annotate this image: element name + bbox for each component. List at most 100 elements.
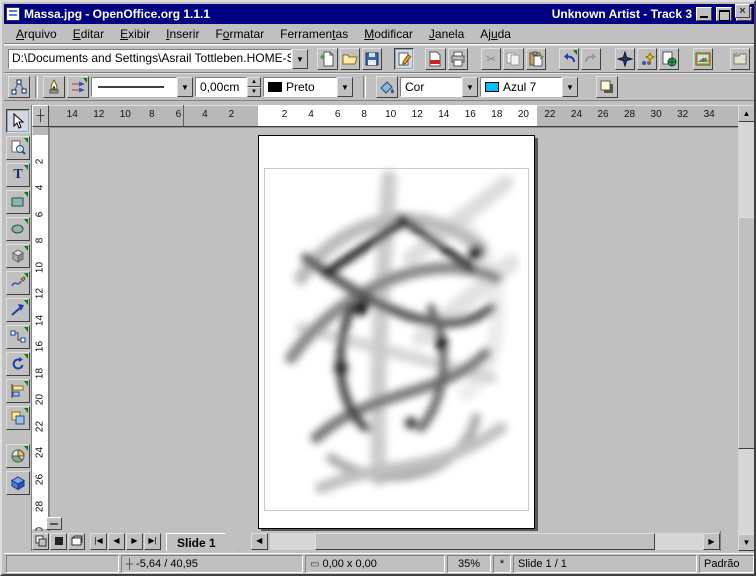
fill-color-dropdown-icon[interactable]: ▼ bbox=[562, 77, 578, 97]
layer-mode-button[interactable] bbox=[68, 533, 85, 550]
text-tool-button[interactable]: T bbox=[6, 163, 30, 187]
url-input[interactable]: D:\Documents and Settings\Asrail Tottleb… bbox=[8, 49, 292, 69]
menu-ferramentas[interactable]: Ferramentas bbox=[272, 25, 356, 43]
menu-inserir[interactable]: Inserir bbox=[158, 25, 207, 43]
status-size-cell[interactable]: ▭0,00 x 0,00 bbox=[305, 555, 445, 573]
fill-dialog-button[interactable] bbox=[376, 76, 398, 98]
redo-button[interactable] bbox=[581, 48, 601, 70]
slide-tab[interactable]: Slide 1 bbox=[166, 533, 239, 551]
scroll-up-icon[interactable]: ▲ bbox=[738, 105, 755, 122]
arrange-tool-button[interactable] bbox=[6, 406, 30, 430]
document-page[interactable] bbox=[258, 135, 535, 529]
export-pdf-button[interactable] bbox=[425, 48, 445, 70]
new-document-button[interactable] bbox=[317, 48, 337, 70]
paste-button[interactable] bbox=[526, 48, 546, 70]
status-position-cell[interactable]: ┼-5,64 / 40,95 bbox=[121, 555, 303, 573]
objects-3d-tool-button[interactable] bbox=[6, 244, 30, 268]
lines-arrows-tool-button[interactable] bbox=[6, 298, 30, 322]
copy-button[interactable] bbox=[503, 48, 523, 70]
select-tool-button[interactable] bbox=[6, 109, 30, 133]
line-dialog-button[interactable] bbox=[43, 76, 65, 98]
next-slide-button[interactable]: ▶ bbox=[126, 533, 143, 550]
open-folder-button[interactable] bbox=[730, 48, 750, 70]
open-button[interactable] bbox=[340, 48, 360, 70]
line-style-combo[interactable]: ▼ bbox=[91, 77, 193, 97]
menu-ajuda[interactable]: Ajuda bbox=[472, 25, 519, 43]
first-slide-button[interactable]: |◀ bbox=[90, 533, 107, 550]
ruler-origin-button[interactable]: ┼ bbox=[32, 105, 49, 127]
minimize-button[interactable] bbox=[696, 7, 712, 21]
menu-editar[interactable]: Editar bbox=[65, 25, 112, 43]
undo-dropdown-icon bbox=[573, 50, 577, 55]
tab-scroll-left-button[interactable]: ◀ bbox=[251, 533, 268, 550]
scroll-right-icon[interactable]: ▶ bbox=[703, 533, 720, 550]
longclick-icon bbox=[24, 300, 28, 305]
arrow-style-button[interactable] bbox=[67, 76, 89, 98]
fill-type-dropdown-icon[interactable]: ▼ bbox=[462, 77, 478, 97]
alignment-tool-button[interactable] bbox=[6, 379, 30, 403]
vertical-scroll-thumb[interactable] bbox=[738, 217, 755, 449]
cut-button[interactable]: ✂ bbox=[481, 48, 501, 70]
layer-view-button[interactable] bbox=[32, 533, 49, 550]
select-arrow-icon bbox=[10, 113, 26, 129]
menu-modificar[interactable]: Modificar bbox=[356, 25, 421, 43]
splitter-handle[interactable] bbox=[46, 517, 62, 530]
status-modified-cell[interactable]: * bbox=[493, 555, 511, 573]
rotate-tool-button[interactable] bbox=[6, 352, 30, 376]
restore-button[interactable] bbox=[716, 7, 732, 21]
url-dropdown-icon[interactable]: ▼ bbox=[292, 49, 308, 69]
scrollbar-corner bbox=[720, 531, 738, 551]
save-button[interactable] bbox=[362, 48, 382, 70]
last-slide-icon: ▶| bbox=[145, 533, 160, 549]
undo-button[interactable] bbox=[559, 48, 579, 70]
previous-slide-button[interactable]: ◀ bbox=[108, 533, 125, 550]
menu-exibir[interactable]: Exibir bbox=[112, 25, 158, 43]
scroll-down-icon[interactable]: ▼ bbox=[738, 534, 755, 551]
connector-tool-button[interactable] bbox=[6, 325, 30, 349]
rectangle-tool-button[interactable] bbox=[6, 190, 30, 214]
horizontal-ruler[interactable]: 1412108642246810121416182022242628303234 bbox=[49, 105, 738, 127]
print-button[interactable] bbox=[448, 48, 468, 70]
fill-color-combo[interactable]: Azul 7 ▼ bbox=[480, 77, 578, 97]
master-view-button[interactable] bbox=[50, 533, 67, 550]
fill-type-combo[interactable]: Cor ▼ bbox=[400, 77, 478, 97]
load-url-combo[interactable]: D:\Documents and Settings\Asrail Tottleb… bbox=[8, 49, 308, 69]
h-ruler-tick: 10 bbox=[384, 109, 398, 120]
title-bar[interactable]: Massa.jpg - OpenOffice.org 1.1.1 Unknown… bbox=[4, 4, 754, 24]
line-width-spinner[interactable]: ▲▼ bbox=[247, 77, 261, 97]
horizontal-scroll-thumb[interactable] bbox=[315, 533, 655, 550]
line-color-combo[interactable]: Preto ▼ bbox=[263, 77, 353, 97]
hyperlink-button[interactable] bbox=[659, 48, 679, 70]
document-close-icon[interactable]: × bbox=[735, 4, 750, 18]
last-slide-button[interactable]: ▶| bbox=[144, 533, 161, 550]
line-width-field[interactable]: 0,00cm ▲▼ bbox=[195, 77, 261, 97]
edit-file-button[interactable] bbox=[394, 48, 414, 70]
zoom-tool-button[interactable] bbox=[6, 136, 30, 160]
effects-tool-button[interactable] bbox=[6, 471, 30, 495]
line-width-value[interactable]: 0,00cm bbox=[195, 77, 247, 97]
insert-tool-button[interactable] bbox=[6, 444, 30, 468]
line-color-dropdown-icon[interactable]: ▼ bbox=[337, 77, 353, 97]
curve-tool-button[interactable] bbox=[6, 271, 30, 295]
spin-down-icon[interactable]: ▼ bbox=[247, 87, 261, 97]
shadow-button[interactable] bbox=[596, 76, 618, 98]
status-slide-cell[interactable]: Slide 1 / 1 bbox=[513, 555, 697, 573]
edit-points-button[interactable] bbox=[8, 76, 30, 98]
horizontal-scrollbar[interactable]: ▶ bbox=[270, 533, 720, 550]
line-style-dropdown-icon[interactable]: ▼ bbox=[177, 77, 193, 97]
export-pdf-icon bbox=[427, 51, 443, 67]
navigator-button[interactable] bbox=[615, 48, 635, 70]
spin-up-icon[interactable]: ▲ bbox=[247, 77, 261, 87]
gallery-button[interactable] bbox=[693, 48, 713, 70]
menu-formatar[interactable]: Formatar bbox=[207, 25, 272, 43]
h-ruler-tick: 8 bbox=[357, 109, 371, 120]
vertical-ruler[interactable]: 24681012141618202224262830 bbox=[32, 127, 49, 531]
menu-janela[interactable]: Janela bbox=[421, 25, 472, 43]
drawing-canvas[interactable] bbox=[49, 127, 738, 531]
status-zoom-cell[interactable]: 35% bbox=[447, 555, 491, 573]
zoom-button[interactable] bbox=[637, 48, 657, 70]
vertical-scrollbar[interactable]: ▲ ▼ bbox=[738, 105, 755, 551]
status-style-cell[interactable]: Padrão bbox=[699, 555, 754, 573]
ellipse-tool-button[interactable] bbox=[6, 217, 30, 241]
menu-arquivo[interactable]: Arquivo bbox=[8, 25, 65, 43]
